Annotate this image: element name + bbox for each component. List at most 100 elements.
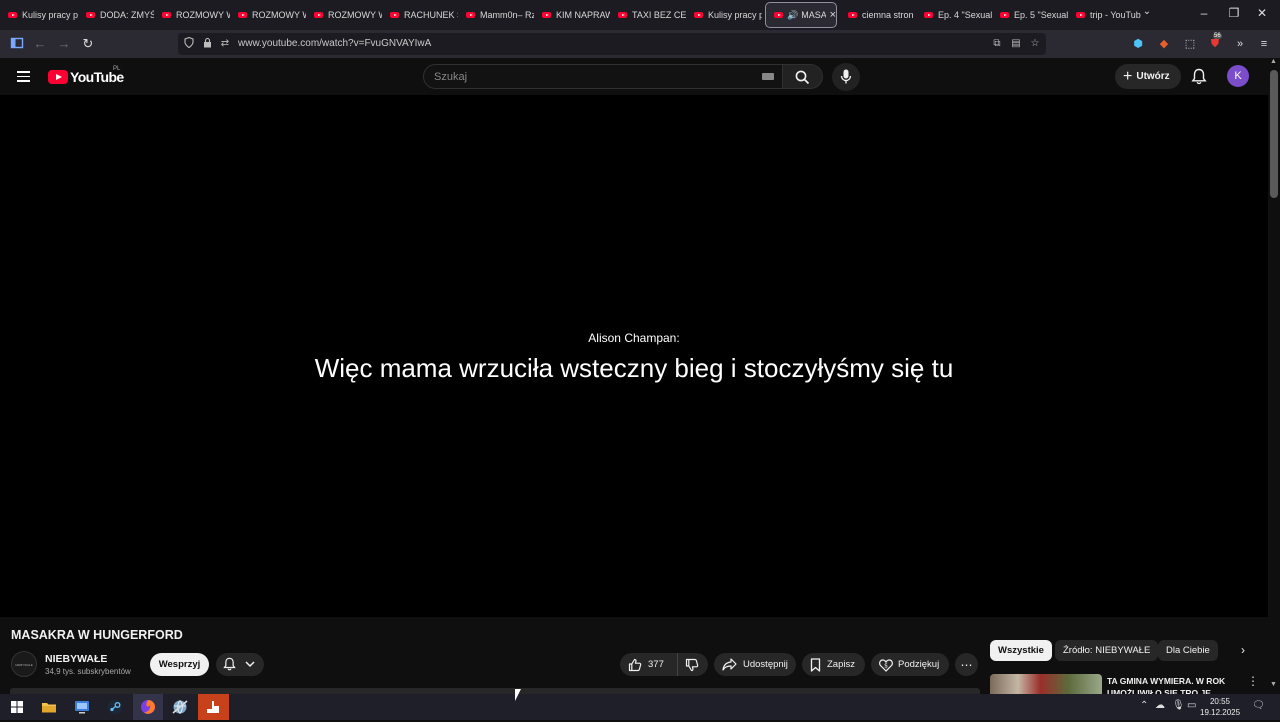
thumbs-down-icon: [685, 658, 699, 671]
notifications-bell-icon[interactable]: [1191, 68, 1207, 90]
keyboard-icon[interactable]: [762, 73, 774, 80]
clock-time: 20:55: [1209, 697, 1231, 706]
recommendation-thumbnail[interactable]: [990, 674, 1102, 694]
share-arrow-icon: [722, 658, 737, 671]
picture-in-picture-icon[interactable]: ⧉: [990, 37, 1004, 51]
cloud-sync-icon[interactable]: ☁: [1155, 700, 1165, 711]
chip-from-channel[interactable]: Źródło: NIEBYWAŁE: [1055, 640, 1159, 661]
lock-icon[interactable]: [200, 37, 214, 51]
svg-text:$: $: [884, 662, 888, 669]
app-menu-icon[interactable]: ≡: [1257, 37, 1271, 51]
tray-chevron-up-icon[interactable]: ⌃: [1140, 700, 1148, 711]
search-box: [423, 64, 783, 89]
browser-tab[interactable]: Ep. 5 "Sexual: [992, 2, 1068, 28]
account-avatar[interactable]: K: [1227, 65, 1249, 87]
network-icon[interactable]: ▭: [1187, 700, 1196, 711]
back-arrow-icon[interactable]: ←: [32, 36, 48, 52]
save-button[interactable]: Zapisz: [802, 653, 865, 676]
guide-menu-icon[interactable]: [17, 71, 30, 82]
scroll-down-arrow-icon[interactable]: ▼: [1270, 681, 1277, 688]
youtube-play-logo-icon: [48, 70, 68, 84]
steam-icon[interactable]: [105, 697, 125, 717]
youtube-favicon-icon: [848, 12, 857, 18]
microphone-tray-icon[interactable]: 🎙: [1172, 700, 1185, 711]
youtube-favicon-icon: [238, 12, 247, 18]
youtube-favicon-icon: [8, 12, 17, 18]
search-button[interactable]: [783, 64, 823, 89]
scrollbar-thumb[interactable]: [1270, 70, 1278, 198]
clock-date: 19.12.2025: [1200, 708, 1241, 717]
close-tab-icon[interactable]: ×: [830, 9, 836, 21]
office-app-icon[interactable]: [203, 697, 223, 717]
subscription-notifications-button[interactable]: [216, 653, 264, 676]
youtube-favicon-icon: [542, 12, 551, 18]
bell-icon: [223, 657, 236, 671]
page-scrollbar[interactable]: ▲ ▼: [1268, 58, 1280, 694]
browser-tab[interactable]: DODA: ZMYŚ: [78, 2, 154, 28]
browser-tab[interactable]: TAXI BEZ CEN: [610, 2, 686, 28]
browser-tab[interactable]: Kulisy pracy p: [686, 2, 762, 28]
ublock-extension-icon[interactable]: ⛊: [1208, 37, 1222, 51]
youtube-favicon-icon: [694, 12, 703, 18]
chevron-down-icon: [245, 661, 255, 668]
channel-name[interactable]: NIEBYWAŁE: [45, 653, 107, 665]
sidebar-toggle-icon[interactable]: [9, 36, 25, 52]
close-window-icon[interactable]: ✕: [1252, 6, 1272, 20]
notification-center-icon[interactable]: 🗨: [1252, 700, 1265, 711]
vpn-shield-extension-icon[interactable]: ⬢: [1131, 37, 1145, 51]
url-text[interactable]: www.youtube.com/watch?v=FvuGNVAYIwA: [238, 38, 431, 49]
scroll-up-arrow-icon[interactable]: ▲: [1270, 58, 1277, 65]
browser-tab[interactable]: Mamm0n– Rz: [458, 2, 534, 28]
support-button[interactable]: Wesprzyj: [150, 653, 209, 676]
browser-tab[interactable]: Ep. 4 "Sexual: [916, 2, 992, 28]
maximize-icon[interactable]: ❐: [1224, 6, 1244, 20]
recommendation-menu-icon[interactable]: ⋮: [1247, 674, 1259, 688]
tracking-shield-icon[interactable]: [182, 36, 196, 51]
minimize-icon[interactable]: –: [1194, 6, 1214, 20]
globe-app-icon[interactable]: [170, 697, 190, 717]
chevron-right-icon[interactable]: ›: [1236, 643, 1250, 657]
permissions-icon[interactable]: ⇄: [218, 37, 232, 51]
tab-list-chevron-icon[interactable]: ⌄: [1139, 6, 1155, 22]
windows-start-icon[interactable]: [7, 697, 27, 717]
reader-view-icon[interactable]: ▤: [1009, 37, 1023, 51]
channel-avatar[interactable]: NIEBYWAŁE: [11, 651, 37, 677]
browser-tab[interactable]: trip - YouTub: [1068, 2, 1144, 28]
file-explorer-icon[interactable]: [39, 697, 59, 717]
browser-tab[interactable]: KIM NAPRAW: [534, 2, 610, 28]
more-actions-icon[interactable]: ⋯: [955, 653, 978, 676]
url-bar[interactable]: ⇄ www.youtube.com/watch?v=FvuGNVAYIwA ⧉ …: [178, 33, 1046, 55]
like-button[interactable]: 377: [620, 653, 678, 676]
create-button[interactable]: + Utwórz: [1115, 64, 1181, 89]
control-panel-icon[interactable]: [72, 697, 92, 717]
overflow-chevrons-icon[interactable]: »: [1233, 37, 1247, 51]
browser-tab[interactable]: RACHUNEK S: [382, 2, 458, 28]
addon-extension-icon[interactable]: ◆: [1157, 37, 1171, 51]
forward-arrow-icon[interactable]: →: [56, 36, 72, 52]
youtube-favicon-icon: [314, 12, 323, 18]
browser-tab[interactable]: Kulisy pracy p: [0, 2, 78, 28]
browser-tab[interactable]: ROZMOWY W: [154, 2, 230, 28]
voice-search-button[interactable]: [832, 63, 860, 91]
youtube-logo[interactable]: YouTube PL: [48, 66, 124, 85]
extensions-puzzle-icon[interactable]: ⬚: [1183, 37, 1197, 51]
youtube-favicon-icon: [1076, 12, 1085, 18]
browser-tab[interactable]: ciemna stron: [840, 2, 916, 28]
dislike-button[interactable]: [678, 653, 699, 676]
share-button[interactable]: Udostępnij: [714, 653, 796, 676]
search-input[interactable]: [434, 69, 754, 85]
bookmark-star-icon[interactable]: ☆: [1028, 37, 1042, 51]
video-player[interactable]: Alison Champan: Więc mama wrzuciła wstec…: [0, 95, 1268, 617]
browser-tab-strip: Kulisy pracy p DODA: ZMYŚ ROZMOWY W ROZM…: [0, 0, 1280, 30]
thanks-button[interactable]: $ Podziękuj: [871, 653, 949, 676]
chip-for-you[interactable]: Dla Ciebie: [1158, 640, 1218, 661]
browser-tab[interactable]: ROZMOWY W: [306, 2, 382, 28]
browser-tab-active[interactable]: 🔊 MASA ×: [765, 2, 837, 28]
taskbar-clock[interactable]: 20:55 19.12.2025: [1200, 696, 1240, 718]
firefox-icon[interactable]: [138, 697, 158, 717]
reload-icon[interactable]: ↻: [80, 36, 96, 52]
browser-tab[interactable]: ROZMOWY W: [230, 2, 306, 28]
speaker-icon[interactable]: 🔊: [787, 10, 798, 21]
recommendation-title[interactable]: TA GMINA WYMIERA. W ROK UMOŻLIWIŁO SIĘ T…: [1107, 675, 1235, 695]
chip-all[interactable]: Wszystkie: [990, 640, 1052, 661]
